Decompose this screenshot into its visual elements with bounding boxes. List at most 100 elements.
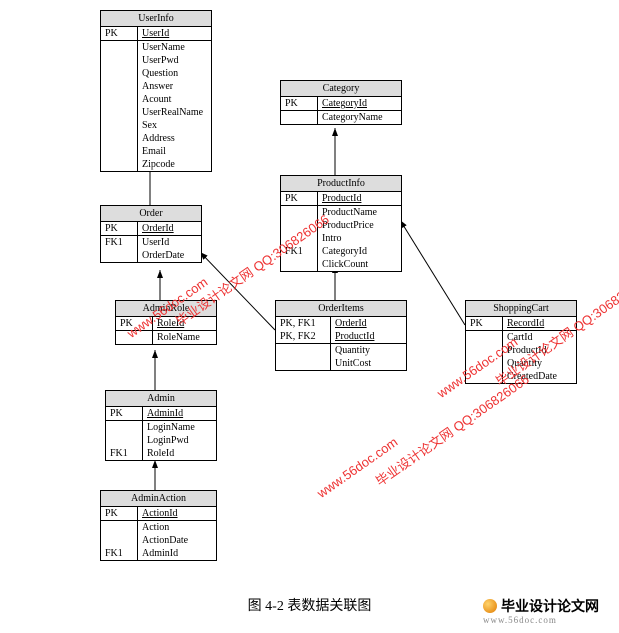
entity-adminrole: AdminRolePKRoleIdRoleName — [115, 300, 217, 345]
key-type — [281, 258, 318, 271]
entity-title: Category — [281, 81, 401, 97]
column-name: Intro — [318, 232, 402, 245]
key-type — [101, 119, 138, 132]
key-type: PK — [116, 317, 153, 331]
column-name: RoleId — [143, 447, 217, 460]
key-type — [281, 232, 318, 245]
column-name: OrderDate — [138, 249, 202, 262]
column-name: CategoryName — [318, 111, 402, 125]
key-type: PK — [466, 317, 503, 331]
key-type — [101, 158, 138, 171]
column-name: Zipcode — [138, 158, 212, 171]
column-name: CategoryId — [318, 97, 402, 111]
entity-title: UserInfo — [101, 11, 211, 27]
column-name: OrderId — [331, 317, 407, 330]
key-type — [276, 344, 331, 358]
key-type: PK, FK2 — [276, 330, 331, 344]
entity-adminaction: AdminActionPKActionIdActionActionDateFK1… — [100, 490, 217, 561]
key-type: FK1 — [106, 447, 143, 460]
key-type — [466, 331, 503, 345]
column-name: CategoryId — [318, 245, 402, 258]
logo-text: 毕业设计论文网 — [501, 600, 599, 615]
key-type: PK — [101, 507, 138, 521]
column-name: UserId — [138, 236, 202, 250]
key-type — [466, 357, 503, 370]
entity-userinfo: UserInfoPKUserIdUserNameUserPwdQuestionA… — [100, 10, 212, 172]
column-name: Acount — [138, 93, 212, 106]
column-name: ClickCount — [318, 258, 402, 271]
key-type: PK — [281, 97, 318, 111]
column-name: Answer — [138, 80, 212, 93]
column-name: UserName — [138, 41, 212, 55]
column-name: LoginPwd — [143, 434, 217, 447]
key-type: PK — [281, 192, 318, 206]
key-type: PK, FK1 — [276, 317, 331, 330]
key-type — [101, 80, 138, 93]
column-name: RoleId — [153, 317, 217, 331]
column-name: UserPwd — [138, 54, 212, 67]
entity-title: Order — [101, 206, 201, 222]
column-name: CartId — [503, 331, 577, 345]
key-type: PK — [101, 27, 138, 41]
key-type: PK — [106, 407, 143, 421]
site-logo: 毕业设计论文网 www.56doc.com — [483, 596, 599, 625]
column-name: AdminId — [138, 547, 217, 560]
key-type — [101, 249, 138, 262]
column-name: ProductId — [331, 330, 407, 344]
entity-productinfo: ProductInfoPKProductIdProductNameProduct… — [280, 175, 402, 272]
entity-title: OrderItems — [276, 301, 406, 317]
column-name: LoginName — [143, 421, 217, 435]
key-type — [106, 434, 143, 447]
key-type — [101, 54, 138, 67]
key-type: FK1 — [281, 245, 318, 258]
key-type — [466, 344, 503, 357]
column-name: Question — [138, 67, 212, 80]
key-type — [101, 534, 138, 547]
column-name: CreatedDate — [503, 370, 577, 383]
key-type — [101, 93, 138, 106]
key-type — [101, 106, 138, 119]
key-type — [101, 67, 138, 80]
column-name: ActionId — [138, 507, 217, 521]
key-type: FK1 — [101, 547, 138, 560]
key-type — [281, 219, 318, 232]
entity-orderitems: OrderItemsPK, FK1OrderIdPK, FK2ProductId… — [275, 300, 407, 371]
entity-title: ProductInfo — [281, 176, 401, 192]
column-name: Sex — [138, 119, 212, 132]
key-type — [116, 331, 153, 345]
entity-title: ShoppingCart — [466, 301, 576, 317]
column-name: RoleName — [153, 331, 217, 345]
column-name: ActionDate — [138, 534, 217, 547]
column-name: Action — [138, 521, 217, 535]
entity-title: Admin — [106, 391, 216, 407]
key-type — [101, 521, 138, 535]
logo-subtext: www.56doc.com — [483, 615, 599, 625]
entity-category: CategoryPKCategoryIdCategoryName — [280, 80, 402, 125]
column-name: Quantity — [331, 344, 407, 358]
key-type — [101, 132, 138, 145]
key-type — [101, 41, 138, 55]
column-name: ProductId — [503, 344, 577, 357]
column-name: Email — [138, 145, 212, 158]
key-type — [466, 370, 503, 383]
entity-shoppingcart: ShoppingCartPKRecordIdCartIdProductIdQua… — [465, 300, 577, 384]
column-name: UnitCost — [331, 357, 407, 370]
logo-icon — [483, 599, 497, 613]
watermark: 毕业设计论文网 QQ:306826066 — [371, 369, 532, 490]
column-name: AdminId — [143, 407, 217, 421]
entity-order: OrderPKOrderIdFK1UserIdOrderDate — [100, 205, 202, 263]
key-type — [101, 145, 138, 158]
entity-title: AdminAction — [101, 491, 216, 507]
column-name: Quantity — [503, 357, 577, 370]
column-name: UserId — [138, 27, 212, 41]
key-type — [276, 357, 331, 370]
column-name: ProductId — [318, 192, 402, 206]
entity-title: AdminRole — [116, 301, 216, 317]
watermark: www.56doc.com — [314, 434, 400, 501]
column-name: OrderId — [138, 222, 202, 236]
key-type: FK1 — [101, 236, 138, 250]
column-name: UserRealName — [138, 106, 212, 119]
column-name: Address — [138, 132, 212, 145]
column-name: RecordId — [503, 317, 577, 331]
column-name: ProductName — [318, 206, 402, 220]
